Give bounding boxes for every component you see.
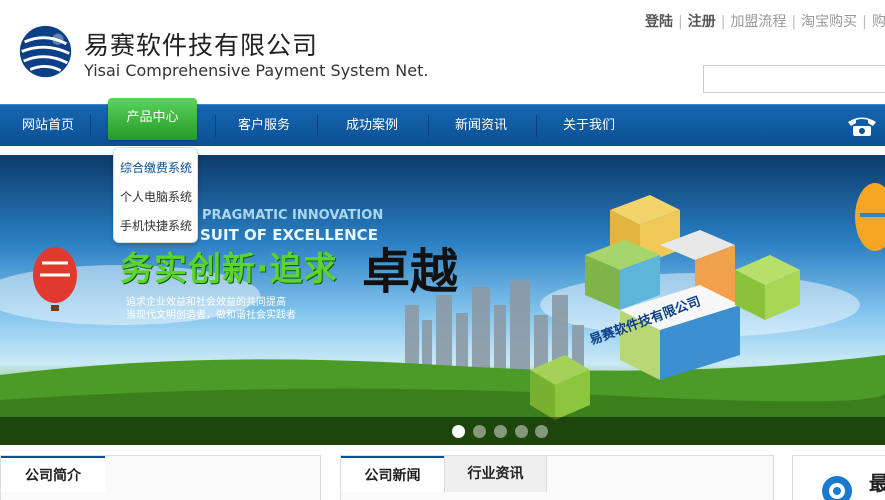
- brand-name-en: Yisai Comprehensive Payment System Net.: [84, 61, 429, 80]
- tab-industry-news[interactable]: 行业资讯: [444, 456, 547, 492]
- brand-name-cn: 易赛软件技有限公司: [84, 31, 319, 60]
- nav-item-news[interactable]: 新闻资讯: [442, 105, 520, 147]
- site-header: 易赛软件技有限公司 Yisai Comprehensive Payment Sy…: [0, 0, 885, 104]
- dropdown-item-payment-system[interactable]: 综合缴费系统: [120, 159, 192, 176]
- slider-dot[interactable]: [515, 425, 528, 438]
- dropdown-item-mobile-system[interactable]: 手机快捷系统: [120, 217, 192, 234]
- nav-item-products[interactable]: 产品中心: [108, 98, 197, 140]
- divider: |: [720, 14, 726, 30]
- nav-item-customer-service[interactable]: 客户服务: [225, 105, 303, 147]
- dropdown-item-pc-system[interactable]: 个人电脑系统: [120, 188, 192, 205]
- tab-company-news[interactable]: 公司新闻: [341, 456, 444, 492]
- nav-divider: [215, 115, 216, 137]
- phone-icon: [848, 117, 876, 136]
- about-panel: 公司简介: [0, 455, 321, 500]
- buy-link[interactable]: 购: [872, 11, 885, 31]
- webcam-icon: [822, 476, 852, 500]
- nav-item-cases[interactable]: 成功案例: [333, 105, 411, 147]
- divider: |: [791, 14, 797, 30]
- logo-globe-icon[interactable]: [17, 23, 74, 80]
- search-input[interactable]: [703, 65, 885, 93]
- slider-bar: [0, 417, 885, 445]
- products-dropdown: 综合缴费系统 个人电脑系统 手机快捷系统: [113, 147, 198, 243]
- divider: |: [678, 14, 683, 30]
- register-link[interactable]: 注册: [688, 11, 716, 31]
- right-panel-title: 最: [869, 471, 885, 495]
- slogan-cn-calligraphy: 卓越: [362, 244, 459, 300]
- slider-dot[interactable]: [452, 425, 465, 438]
- nav-item-home[interactable]: 网站首页: [14, 105, 82, 147]
- about-panel-title[interactable]: 公司简介: [1, 456, 105, 492]
- taobao-buy-link[interactable]: 淘宝购买: [801, 11, 857, 31]
- slogan-en-1: PRAGMATIC INNOVATION: [202, 208, 384, 223]
- right-panel: 最: [792, 455, 885, 500]
- login-link[interactable]: 登陆: [645, 11, 673, 31]
- nav-divider: [536, 115, 537, 137]
- nav-divider: [90, 115, 91, 137]
- top-links: 登陆 | 注册 | 加盟流程 | 淘宝购买 | 购: [645, 11, 885, 31]
- slider-dot[interactable]: [535, 425, 548, 438]
- nav-divider: [317, 115, 318, 137]
- slogan-sub-2: 当现代文明创造者，做和谐社会实践者: [126, 310, 296, 321]
- news-panel: 公司新闻 行业资讯: [340, 455, 774, 500]
- nav-item-about[interactable]: 关于我们: [550, 105, 628, 147]
- nav-divider: [428, 115, 429, 137]
- divider: |: [862, 14, 867, 30]
- slider-dot[interactable]: [473, 425, 486, 438]
- slogan-cn: 务实创新·追求: [120, 249, 338, 288]
- join-process-link[interactable]: 加盟流程: [730, 11, 786, 31]
- slider-dot[interactable]: [494, 425, 507, 438]
